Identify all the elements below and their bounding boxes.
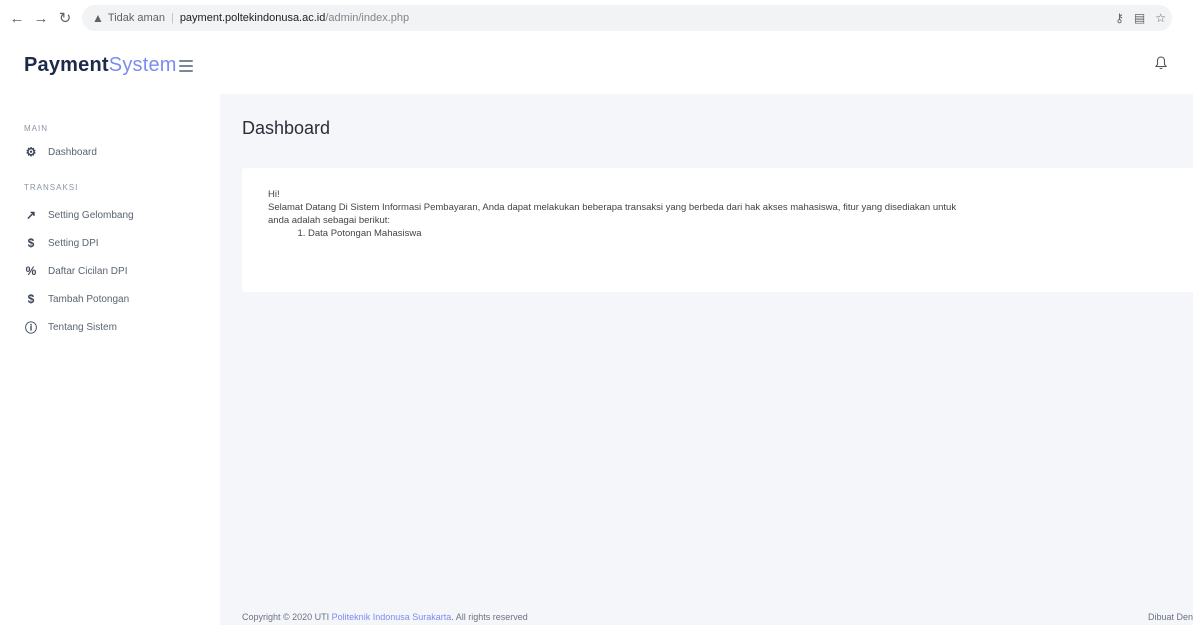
brand-logo[interactable]: Payment System [24, 54, 193, 77]
sidebar-section-transaksi: TRANSAKSI [24, 183, 79, 192]
url-path: /admin/index.php [325, 12, 410, 24]
sidebar-item-label: Daftar Cicilan DPI [48, 265, 128, 277]
sidebar-item-tentang-sistem[interactable]: ⓘ Tentang Sistem [24, 317, 117, 337]
welcome-line-1: Selamat Datang Di Sistem Informasi Pemba… [268, 202, 957, 213]
dollar-icon: $ [27, 292, 35, 306]
palette-icon: ⚙ [25, 145, 37, 159]
sidebar-item-label: Tambah Potongan [48, 293, 130, 305]
sidebar-item-setting-gelombang[interactable]: ↗ Setting Gelombang [24, 205, 134, 225]
welcome-line-2: anda adalah sebagai berikut: [268, 215, 391, 226]
footer-credit: Dibuat Den [1147, 612, 1193, 622]
bell-icon[interactable] [1154, 56, 1168, 73]
reload-icon[interactable]: ↻ [54, 7, 76, 29]
main-content: Dashboard Hi! Selamat Datang Di Sistem I… [220, 94, 1193, 625]
page-title: Dashboard [242, 118, 331, 138]
percent-icon: % [25, 264, 37, 278]
list-item: Data Potongan Mahasiswa [308, 227, 1188, 240]
brand-name-strong: Payment [24, 53, 109, 76]
url-host: payment.poltekindonusa.ac.id [179, 12, 326, 24]
info-icon: ⓘ [24, 320, 37, 335]
sidebar-item-tambah-potongan[interactable]: $ Tambah Potongan [24, 289, 130, 309]
menu-toggle-icon[interactable] [178, 60, 193, 72]
dollar-icon: $ [27, 236, 35, 250]
sidebar-item-label: Tentang Sistem [48, 321, 117, 333]
key-icon[interactable]: ⚷ [1115, 11, 1124, 25]
translate-icon[interactable]: ▤ [1134, 11, 1145, 25]
sidebar: MAIN ⚙ Dashboard TRANSAKSI ↗ Setting Gel… [0, 94, 220, 625]
app-header: Payment System [0, 36, 1193, 94]
sidebar-section-main: MAIN [24, 124, 48, 133]
sidebar-item-dashboard[interactable]: ⚙ Dashboard [24, 142, 97, 162]
sidebar-item-daftar-cicilan-dpi[interactable]: % Daftar Cicilan DPI [24, 261, 128, 281]
address-bar[interactable]: ▲ Tidak aman | payment.poltekindonusa.ac… [82, 5, 1172, 31]
browser-toolbar: ← → ↻ ▲ Tidak aman | payment.poltekindon… [0, 0, 1193, 36]
footer-copyright: Copyright © 2020 UTI Politeknik Indonusa… [242, 612, 528, 622]
copyright-suffix: . All rights reserved [451, 612, 528, 622]
copyright-prefix: Copyright © 2020 UTI [242, 612, 332, 622]
sidebar-item-setting-dpi[interactable]: $ Setting DPI [24, 233, 99, 253]
welcome-text: Hi! Selamat Datang Di Sistem Informasi P… [268, 188, 1188, 240]
greeting-text: Hi! [268, 189, 280, 200]
not-secure-label: Tidak aman [107, 12, 165, 24]
forward-arrow-icon[interactable]: → [30, 7, 52, 29]
address-separator: | [170, 12, 174, 24]
sidebar-item-label: Setting DPI [48, 237, 99, 249]
sidebar-item-label: Setting Gelombang [48, 209, 134, 221]
institution-link[interactable]: Politeknik Indonusa Surakarta [332, 612, 452, 622]
back-arrow-icon[interactable]: ← [6, 7, 28, 29]
welcome-card: Hi! Selamat Datang Di Sistem Informasi P… [242, 168, 1193, 292]
sidebar-item-label: Dashboard [48, 146, 97, 158]
feature-list: Data Potongan Mahasiswa [268, 227, 1188, 240]
star-icon[interactable]: ☆ [1155, 11, 1166, 25]
chart-line-icon: ↗ [25, 208, 37, 222]
warning-icon: ▲ [92, 11, 104, 25]
brand-name-light: System [108, 53, 177, 76]
